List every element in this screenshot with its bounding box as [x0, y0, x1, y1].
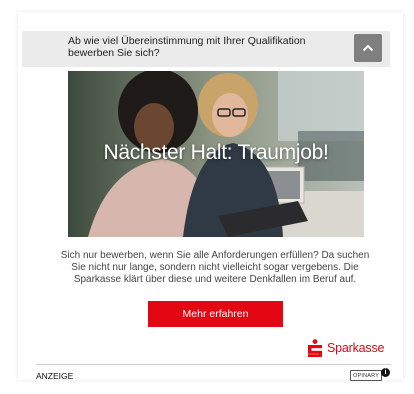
- sparkasse-logo[interactable]: Sparkasse: [308, 336, 384, 360]
- info-icon[interactable]: i: [381, 368, 390, 377]
- hero-title: Nächster Halt: Traumjob!: [103, 141, 329, 164]
- poll-question-bar[interactable]: Ab wie viel Übereinstimmung mit Ihrer Qu…: [22, 31, 390, 67]
- poll-question-text: Ab wie viel Übereinstimmung mit Ihrer Qu…: [68, 35, 306, 59]
- sparkasse-s-icon: [308, 339, 322, 357]
- collapse-button[interactable]: [354, 34, 382, 62]
- teaser-text: Sich nur bewerben, wenn Sie alle Anforde…: [60, 250, 370, 285]
- brand-name: Sparkasse: [327, 341, 385, 355]
- chevron-up-icon: [362, 44, 374, 52]
- ad-label: ANZEIGE: [36, 371, 74, 381]
- footer-divider: [36, 364, 391, 365]
- opinary-logo[interactable]: OPINARY: [350, 370, 383, 381]
- learn-more-button[interactable]: Mehr erfahren: [148, 301, 283, 327]
- hero-image[interactable]: Nächster Halt: Traumjob!: [68, 71, 364, 237]
